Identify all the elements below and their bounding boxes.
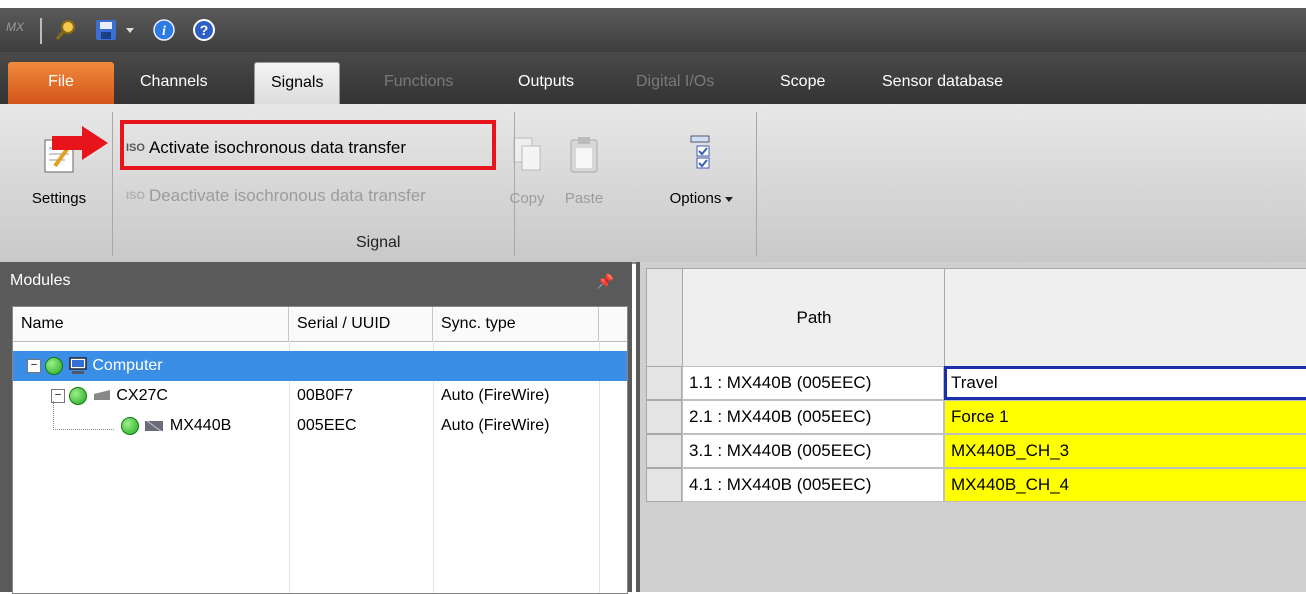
pin-icon[interactable]: 📌 <box>597 266 614 296</box>
quick-access-toolbar: MX i ? <box>0 8 1306 52</box>
toolbar-separator <box>40 18 42 44</box>
row-header[interactable] <box>646 468 682 502</box>
signal-name-cell[interactable]: MX440B_CH_4 <box>944 468 1306 502</box>
ribbon-tab-bar: File Channels Signals Functions Outputs … <box>0 52 1306 104</box>
tree-connector-line <box>53 401 114 430</box>
deactivate-isochronous-label: Deactivate isochronous data transfer <box>148 186 426 205</box>
copy-button: Copy <box>502 136 552 207</box>
module-serial: 00B0F7 <box>297 387 354 404</box>
module-sync-type: Auto (FireWire) <box>441 417 550 434</box>
options-group: Options <box>648 112 757 256</box>
path-cell: 1.1 : MX440B (005EEC) <box>682 366 944 400</box>
highlight-annotation-box <box>120 120 496 170</box>
grid-row[interactable]: 3.1 : MX440B (005EEC) MX440B_CH_3 <box>646 434 1306 468</box>
modules-panel: Modules 📌 Name Serial / UUID Sync. type … <box>0 262 632 594</box>
options-label: Options <box>669 190 722 207</box>
row-header[interactable] <box>646 400 682 434</box>
tab-scope[interactable]: Scope <box>764 62 841 104</box>
signal-name-cell[interactable]: MX440B_CH_3 <box>944 434 1306 468</box>
search-icon[interactable] <box>52 16 80 44</box>
modules-tree-header: Name Serial / UUID Sync. type <box>13 307 627 342</box>
row-header[interactable] <box>646 366 682 400</box>
grid-row[interactable]: 2.1 : MX440B (005EEC) Force 1 <box>646 400 1306 434</box>
column-header-name[interactable]: Name <box>13 307 289 341</box>
paste-button: Paste <box>556 136 612 207</box>
path-cell: 2.1 : MX440B (005EEC) <box>682 400 944 434</box>
window-title-strip <box>0 0 1306 8</box>
collapse-icon[interactable]: − <box>27 358 41 373</box>
modules-title: Modules <box>10 272 71 289</box>
options-checklist-icon <box>690 135 710 169</box>
save-icon[interactable] <box>92 16 120 44</box>
copy-icon <box>513 137 541 171</box>
info-icon[interactable]: i <box>150 16 178 44</box>
iso-disabled-icon: ISO <box>126 190 145 202</box>
dropdown-arrow-icon[interactable] <box>122 16 138 44</box>
status-ok-icon <box>45 356 64 375</box>
svg-text:i: i <box>162 24 166 39</box>
module-name: Computer <box>92 357 163 374</box>
grid-corner-header <box>646 268 684 368</box>
svg-text:?: ? <box>200 22 209 38</box>
grid-row[interactable]: 1.1 : MX440B (005EEC) Travel <box>646 366 1306 400</box>
tab-channels[interactable]: Channels <box>124 62 224 104</box>
amplifier-icon <box>145 420 164 432</box>
chevron-down-icon <box>725 196 734 202</box>
signal-name-cell[interactable]: Force 1 <box>944 400 1306 434</box>
modules-panel-header: Modules 📌 <box>4 266 628 296</box>
grid-row[interactable]: 4.1 : MX440B (005EEC) MX440B_CH_4 <box>646 468 1306 502</box>
help-icon[interactable]: ? <box>190 16 218 44</box>
column-header-path[interactable]: Path <box>682 268 946 368</box>
path-cell: 4.1 : MX440B (005EEC) <box>682 468 944 502</box>
tab-digital-ios: Digital I/Os <box>636 73 715 90</box>
column-header-serial[interactable]: Serial / UUID <box>289 307 433 341</box>
modules-tree: Name Serial / UUID Sync. type − Computer… <box>12 306 628 594</box>
options-button[interactable]: Options <box>656 132 748 207</box>
red-arrow-icon <box>52 126 108 160</box>
tree-row-computer[interactable]: − Computer <box>13 351 627 381</box>
status-ok-icon <box>121 416 139 435</box>
column-header-sync-type[interactable]: Sync. type <box>433 307 599 341</box>
signal-name-input[interactable]: Travel <box>944 366 1306 400</box>
path-cell: 3.1 : MX440B (005EEC) <box>682 434 944 468</box>
module-serial: 005EEC <box>297 417 357 434</box>
signal-group-label: Signal <box>356 234 401 251</box>
tab-file[interactable]: File <box>8 62 114 104</box>
paste-label: Paste <box>564 190 604 207</box>
column-header-signal-name[interactable] <box>944 268 1306 368</box>
module-sync-type: Auto (FireWire) <box>441 387 550 404</box>
module-name: MX440B <box>169 417 232 434</box>
tab-sensor-database[interactable]: Sensor database <box>866 62 1019 104</box>
computer-icon <box>69 357 87 374</box>
tab-signals[interactable]: Signals <box>254 62 341 104</box>
row-header[interactable] <box>646 434 682 468</box>
paste-icon <box>570 137 598 173</box>
deactivate-isochronous-button: ISO Deactivate isochronous data transfer <box>126 186 426 206</box>
module-name: CX27C <box>116 387 168 404</box>
ribbon-divider <box>512 112 515 256</box>
tree-row-mx440b[interactable]: MX440B 005EEC Auto (FireWire) <box>13 401 627 441</box>
settings-label: Settings <box>31 190 87 207</box>
app-logo: MX <box>6 20 24 34</box>
signals-grid: Path 1.1 : MX440B (005EEC) Travel 2.1 : … <box>636 262 1306 592</box>
tab-outputs[interactable]: Outputs <box>502 62 590 104</box>
tab-functions: Functions <box>384 73 454 90</box>
